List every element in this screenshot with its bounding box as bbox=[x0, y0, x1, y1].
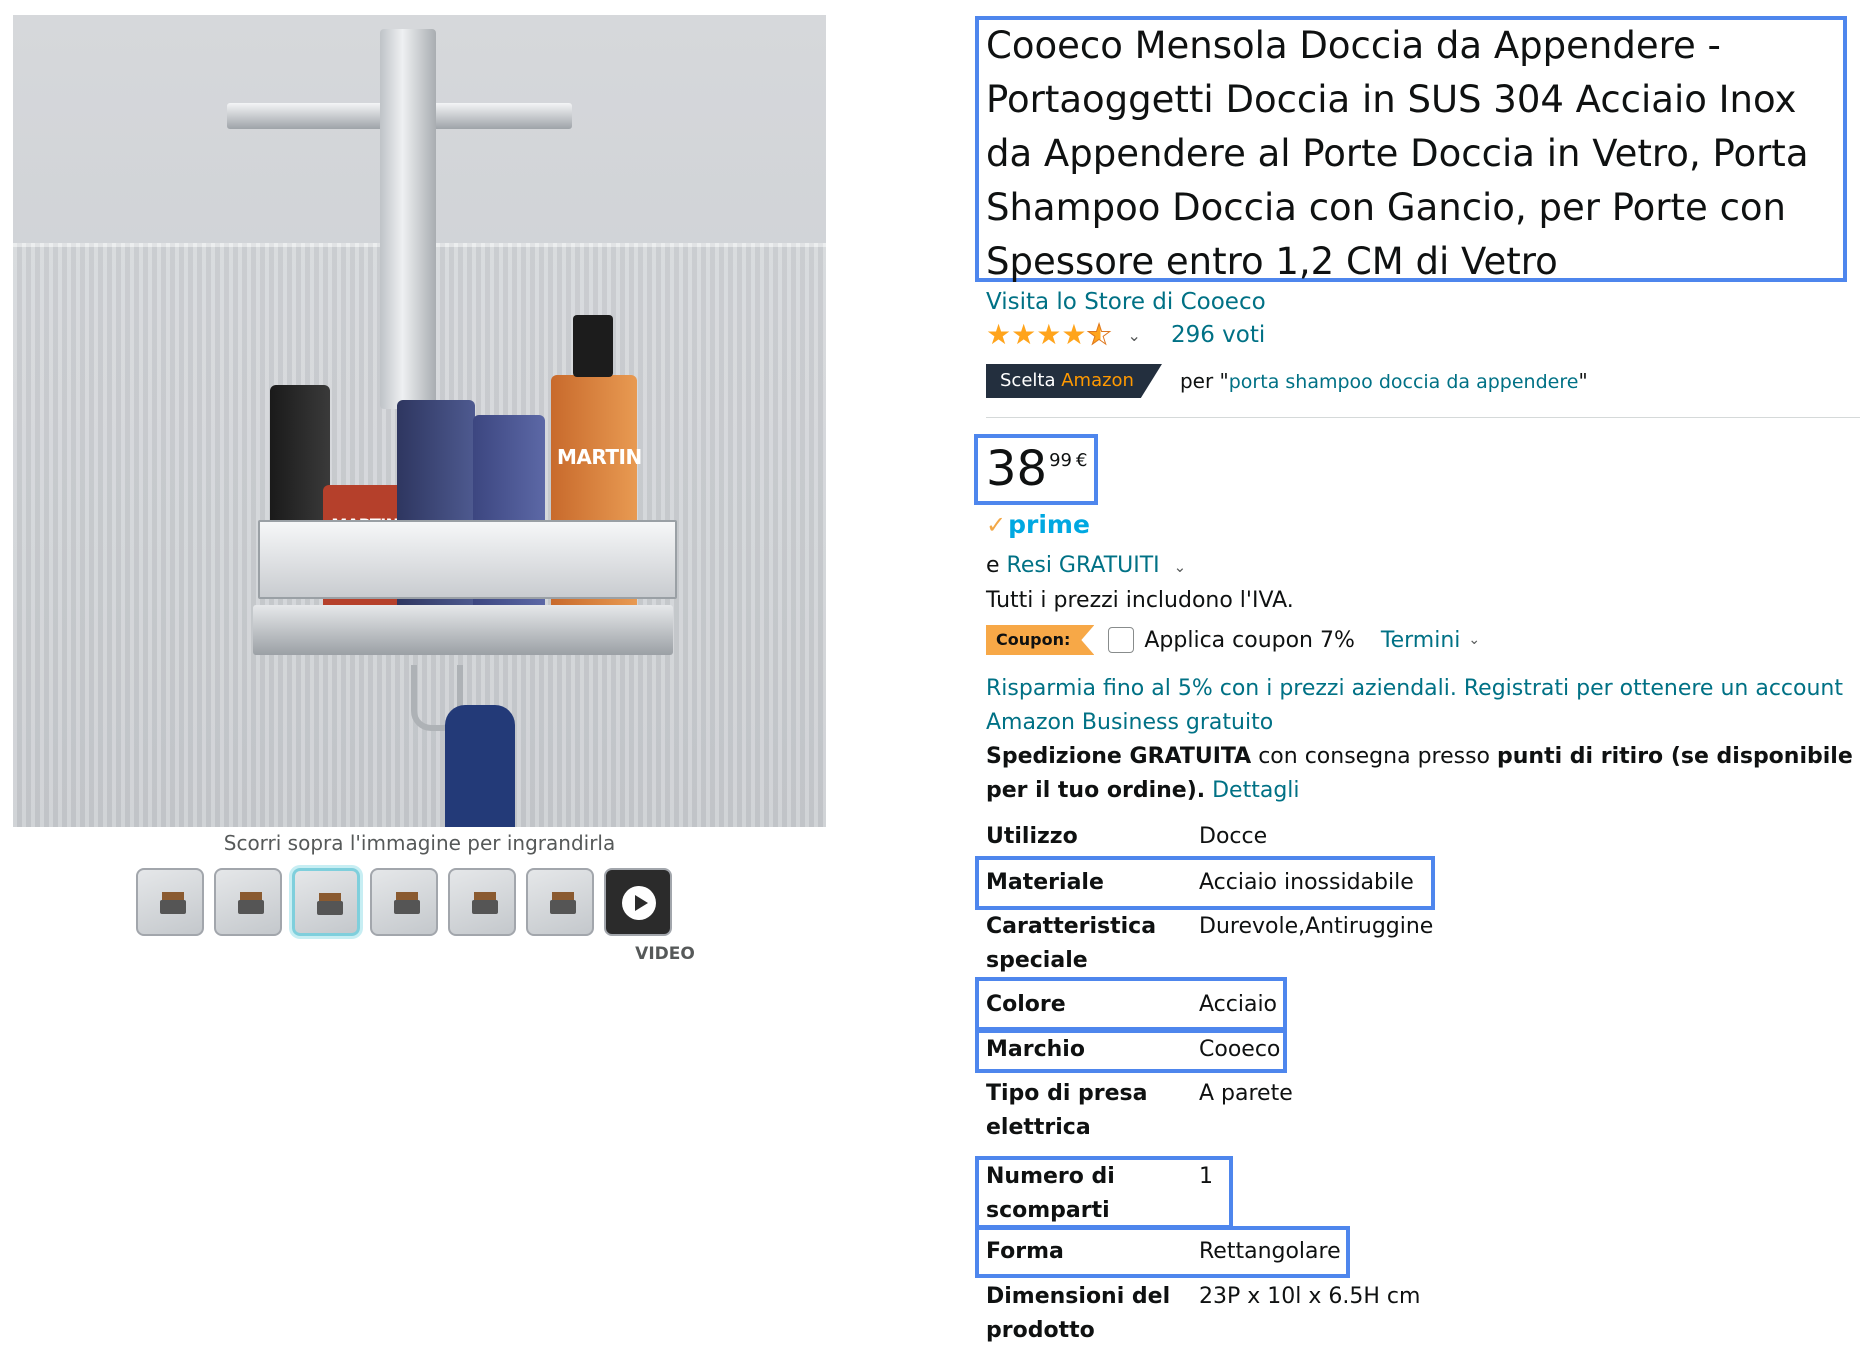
rating-count-link[interactable]: 296 voti bbox=[1171, 322, 1265, 348]
thumbnail-1[interactable] bbox=[136, 868, 204, 936]
coupon-row: Coupon: Applica coupon 7% Termini ⌄ bbox=[986, 625, 1480, 655]
spec-value: Acciaio bbox=[1199, 992, 1278, 1017]
amazon-choice-text: per "porta shampoo doccia da appendere" bbox=[1179, 369, 1588, 393]
coupon-terms-link[interactable]: Termini bbox=[1381, 628, 1461, 653]
half-star-icon: ★ bbox=[1086, 318, 1112, 351]
thumbnail-6[interactable] bbox=[526, 868, 594, 936]
spec-label: Forma bbox=[986, 1239, 1064, 1264]
chevron-down-icon[interactable]: ⌄ bbox=[1174, 558, 1187, 576]
spec-label: Numero di scomparti bbox=[986, 1164, 1115, 1223]
business-pricing-link[interactable]: Risparmia fino al 5% con i prezzi aziend… bbox=[986, 672, 1846, 740]
zoom-hint: Scorri sopra l'immagine per ingrandirla bbox=[223, 831, 616, 855]
thumbnail-4[interactable] bbox=[370, 868, 438, 936]
spec-value: 23P x 10l x 6.5H cm bbox=[1199, 1284, 1421, 1309]
shipping-details-link[interactable]: Dettagli bbox=[1205, 778, 1299, 803]
star-icon: ★ bbox=[986, 318, 1012, 351]
rating-stars[interactable]: ★ ★ ★ ★ ★ bbox=[986, 318, 1112, 351]
chevron-down-icon[interactable]: ⌄ bbox=[1128, 326, 1141, 345]
coupon-checkbox[interactable] bbox=[1108, 627, 1135, 653]
spec-value: Cooeco bbox=[1199, 1037, 1281, 1062]
prime-badge: ✓ prime bbox=[986, 510, 1090, 539]
rating-row: ★ ★ ★ ★ ★ ⌄ 296 voti bbox=[986, 318, 1265, 351]
price-whole: 38 bbox=[986, 441, 1048, 497]
spec-value: A parete bbox=[1199, 1081, 1293, 1106]
vat-notice: Tutti i prezzi includono l'IVA. bbox=[986, 588, 1294, 613]
price-fraction: 99 bbox=[1049, 450, 1072, 471]
pump-dispenser bbox=[573, 315, 613, 377]
spec-label: Colore bbox=[986, 992, 1066, 1017]
towel bbox=[445, 705, 515, 827]
door-hook-bar bbox=[380, 29, 436, 409]
thumbnail-strip bbox=[136, 868, 672, 936]
spec-value: Acciaio inossidabile bbox=[1199, 870, 1414, 895]
prime-check-icon: ✓ bbox=[986, 510, 1007, 539]
star-icon: ★ bbox=[1011, 318, 1037, 351]
spec-value: 1 bbox=[1199, 1164, 1213, 1189]
thumbnail-3-selected[interactable] bbox=[292, 868, 360, 936]
spec-value: Durevole,Antiruggine bbox=[1199, 914, 1434, 939]
shelf-front bbox=[258, 520, 677, 599]
star-icon: ★ bbox=[1061, 318, 1087, 351]
shipping-info: Spedizione GRATUITA con consegna presso … bbox=[986, 744, 1853, 803]
product-title: Cooeco Mensola Doccia da Appendere - Por… bbox=[986, 24, 1809, 283]
main-product-image[interactable]: MARTIN MARTIN bbox=[13, 15, 826, 827]
spec-value: Docce bbox=[1199, 824, 1268, 849]
free-returns: e Resi GRATUITI ⌄ bbox=[986, 553, 1187, 578]
free-returns-link[interactable]: Resi GRATUITI bbox=[1007, 553, 1160, 578]
spec-label: Marchio bbox=[986, 1037, 1085, 1062]
spec-label: Materiale bbox=[986, 870, 1104, 895]
amazon-choice-row: Scelta Amazon per "porta shampoo doccia … bbox=[986, 364, 1588, 398]
video-label: VIDEO bbox=[635, 944, 695, 964]
amazon-choice-badge: Scelta Amazon bbox=[986, 364, 1162, 398]
chevron-down-icon[interactable]: ⌄ bbox=[1468, 632, 1480, 648]
choice-keyword-link[interactable]: porta shampoo doccia da appendere bbox=[1229, 371, 1579, 393]
thumbnail-5[interactable] bbox=[448, 868, 516, 936]
shelf-base bbox=[253, 605, 673, 655]
spec-label: Utilizzo bbox=[986, 824, 1078, 849]
price-currency: € bbox=[1075, 450, 1088, 471]
bottle-label: MARTIN bbox=[557, 445, 642, 469]
thumbnail-2[interactable] bbox=[214, 868, 282, 936]
price: 38 99 € bbox=[986, 438, 1087, 500]
thumbnail-video[interactable] bbox=[604, 868, 672, 936]
coupon-badge: Coupon: bbox=[986, 625, 1095, 655]
play-icon bbox=[622, 886, 656, 920]
spec-label: Dimensioni del prodotto bbox=[986, 1284, 1171, 1343]
spec-label: Tipo di presa elettrica bbox=[986, 1081, 1148, 1140]
star-icon: ★ bbox=[1036, 318, 1062, 351]
coupon-label[interactable]: Applica coupon 7% bbox=[1144, 628, 1355, 653]
spec-value: Rettangolare bbox=[1199, 1239, 1341, 1264]
store-link[interactable]: Visita lo Store di Cooeco bbox=[986, 289, 1266, 315]
divider bbox=[986, 417, 1860, 418]
spec-label: Caratteristica speciale bbox=[986, 914, 1157, 973]
